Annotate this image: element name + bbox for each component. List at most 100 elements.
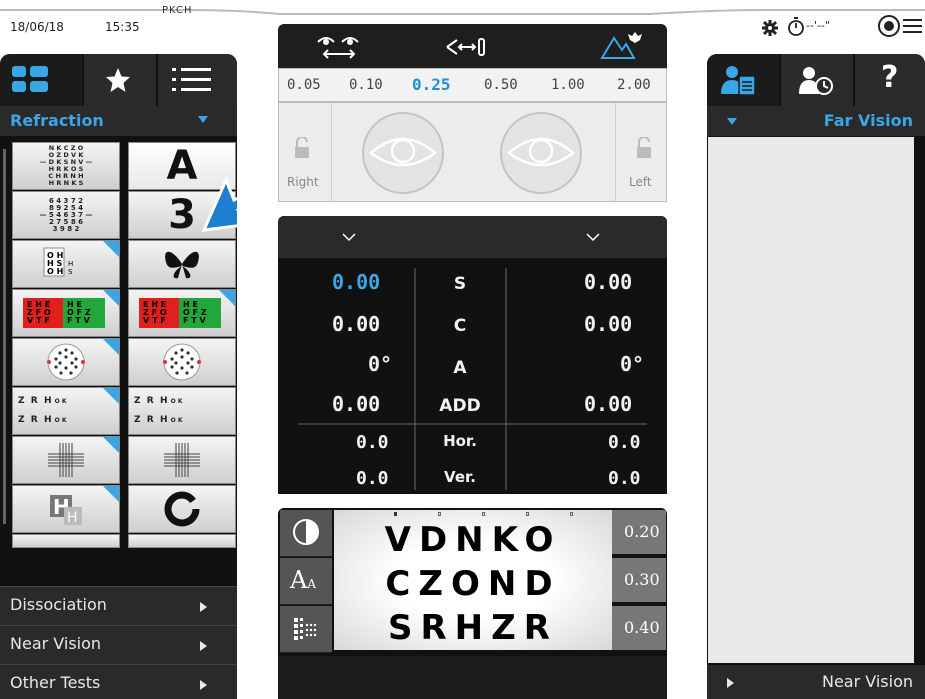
menu-near-vision[interactable]: Near Vision [0,625,237,664]
stopwatch-icon[interactable] [787,17,805,37]
left-cylinder-value[interactable]: 0.00 [584,312,632,336]
step-option[interactable]: 0.10 [349,77,383,93]
acuity-button[interactable]: 0.30 [612,558,666,602]
h-letter-icon: H H [50,495,82,526]
right-horizontal-value[interactable]: 0.0 [356,432,389,453]
grid-icon [12,66,48,92]
device-code: PKCH [162,5,193,16]
chart-mini-numbers: 6 4 3 7 28 9 2 5 4— 5 4 6 3 7 —2 7 5 8 6… [39,196,93,233]
dots-chart-icon [163,343,201,381]
tab-list[interactable] [158,54,237,106]
left-axis-value[interactable]: 0° [620,352,644,376]
eye-selector-bar: Right Left [278,102,667,202]
right-vertical-value[interactable]: 0.0 [356,468,389,489]
acuity-label: 0.30 [624,570,660,589]
step-option-active[interactable]: 0.25 [412,75,451,94]
far-vision-content [708,137,914,663]
chart-butterfly-tile[interactable] [128,240,236,288]
chart-footer [278,656,667,699]
chart-h-tile[interactable]: H H [12,485,120,533]
menu-other-tests[interactable]: Other Tests [0,664,237,699]
redgreen-chart-icon: E H EZ F OV T F H EO F ZF T V [139,298,221,328]
step-option[interactable]: 1.00 [551,77,585,93]
optotype-row: CZOND [385,564,561,604]
tab-favorites[interactable] [84,54,156,106]
dots-chart-icon [47,343,85,381]
left-horizontal-value[interactable]: 0.0 [608,432,641,453]
section-refraction[interactable]: Refraction [0,106,237,136]
step-option[interactable]: 2.00 [617,77,651,93]
right-label: Right [287,175,319,189]
menu-dissociation[interactable]: Dissociation [0,586,237,625]
binocular-eyes-icon[interactable] [316,34,362,60]
acuity-button[interactable]: 0.20 [612,510,666,554]
section-far-vision[interactable]: Far Vision [707,106,925,136]
contrast-icon [293,519,319,545]
chevron-down-icon[interactable] [586,232,600,242]
chart-redgreen-right-tile[interactable]: E H EZ F OV T F H EO F ZF T V [128,289,236,337]
landolt-c-icon [164,491,200,527]
chevron-down-icon [727,118,737,125]
menu-near-vision-right[interactable]: Near Vision [707,665,925,699]
chart-cross-right-tile[interactable] [128,436,236,484]
menu-icon[interactable] [876,13,922,39]
chart-oh-tile[interactable]: O HH SO H HS [12,240,120,288]
chart-zrhok-left-tile[interactable]: Z R H O KZ R H O K [12,387,120,435]
tab-grid[interactable] [0,54,82,106]
left-lock-cell[interactable]: Left [615,103,667,201]
gear-icon[interactable] [762,20,778,36]
chart-astig-dots-left-tile[interactable] [12,338,120,386]
step-option[interactable]: 0.50 [484,77,518,93]
svg-text:V T F: V T F [143,316,166,325]
refraction-values-panel: 0.00 S 0.00 0.00 C 0.00 0° A 0° 0.00 ADD… [278,216,667,494]
distance-icon[interactable] [443,34,489,60]
chart-mini-text: N K C Z OO Z D V K — D K S N V — H R K O S… [39,144,93,187]
sphere-label: S [453,274,467,294]
list-icon [172,68,211,91]
star-icon [106,68,130,92]
left-sphere-value[interactable]: 0.00 [584,270,632,294]
svg-text:F T V: F T V [183,316,206,325]
axis-label: A [453,358,467,378]
blue-corner-icon [103,437,119,453]
scrollbar[interactable] [3,149,6,524]
left-vertical-value[interactable]: 0.0 [608,468,641,489]
chart-letters-tile[interactable]: N K C Z OO Z D V K — D K S N V — H R K O S… [12,142,120,190]
chart-cross-left-tile[interactable] [12,436,120,484]
right-lock-cell[interactable]: Right [279,103,332,201]
right-axis-value[interactable]: 0° [368,352,392,376]
chart-zrhok-right-tile[interactable]: Z R H O KZ R H O K [128,387,236,435]
layout-button[interactable] [280,606,332,653]
add-label: ADD [439,396,481,416]
right-add-value[interactable]: 0.00 [332,392,380,416]
left-eye-button[interactable] [499,111,583,195]
right-cylinder-value[interactable]: 0.00 [332,312,380,336]
svg-text:F T V: F T V [67,316,90,325]
history-icon [799,67,833,95]
right-eye-button[interactable] [361,111,445,195]
svg-text:V T F: V T F [27,316,50,325]
left-panel: Refraction N K C Z OO Z D V K — D K S N V… [0,54,237,699]
chart-redgreen-left-tile[interactable]: E H EZ F OV T F H EO F ZF T V [12,289,120,337]
contrast-button[interactable] [280,510,332,557]
help-icon: ? [881,60,899,95]
chart-partial-tile[interactable] [12,534,120,548]
chart-landolt-tile[interactable] [128,485,236,533]
chevron-down-icon[interactable] [342,232,356,242]
svg-text:H: H [68,260,73,268]
tab-help[interactable]: ? [855,54,925,106]
chart-numbers-tile[interactable]: 6 4 3 7 28 9 2 5 4— 5 4 6 3 7 —2 7 5 8 6… [12,191,120,239]
chart-astig-dots-right-tile[interactable] [128,338,236,386]
tab-history[interactable] [781,54,853,106]
step-option[interactable]: 0.05 [287,77,321,93]
text-size-button[interactable]: AA [280,558,332,605]
font-size-icon: AA [290,566,317,594]
acuity-button[interactable]: 0.40 [612,606,666,650]
left-add-value[interactable]: 0.00 [584,392,632,416]
right-sphere-value[interactable]: 0.00 [332,270,380,294]
landscape-icon[interactable] [598,30,646,62]
tab-patient-record[interactable] [707,54,779,106]
chart-partial-tile[interactable] [128,534,236,548]
view-mode-bar [278,24,667,68]
cross-grid-icon [48,443,84,477]
